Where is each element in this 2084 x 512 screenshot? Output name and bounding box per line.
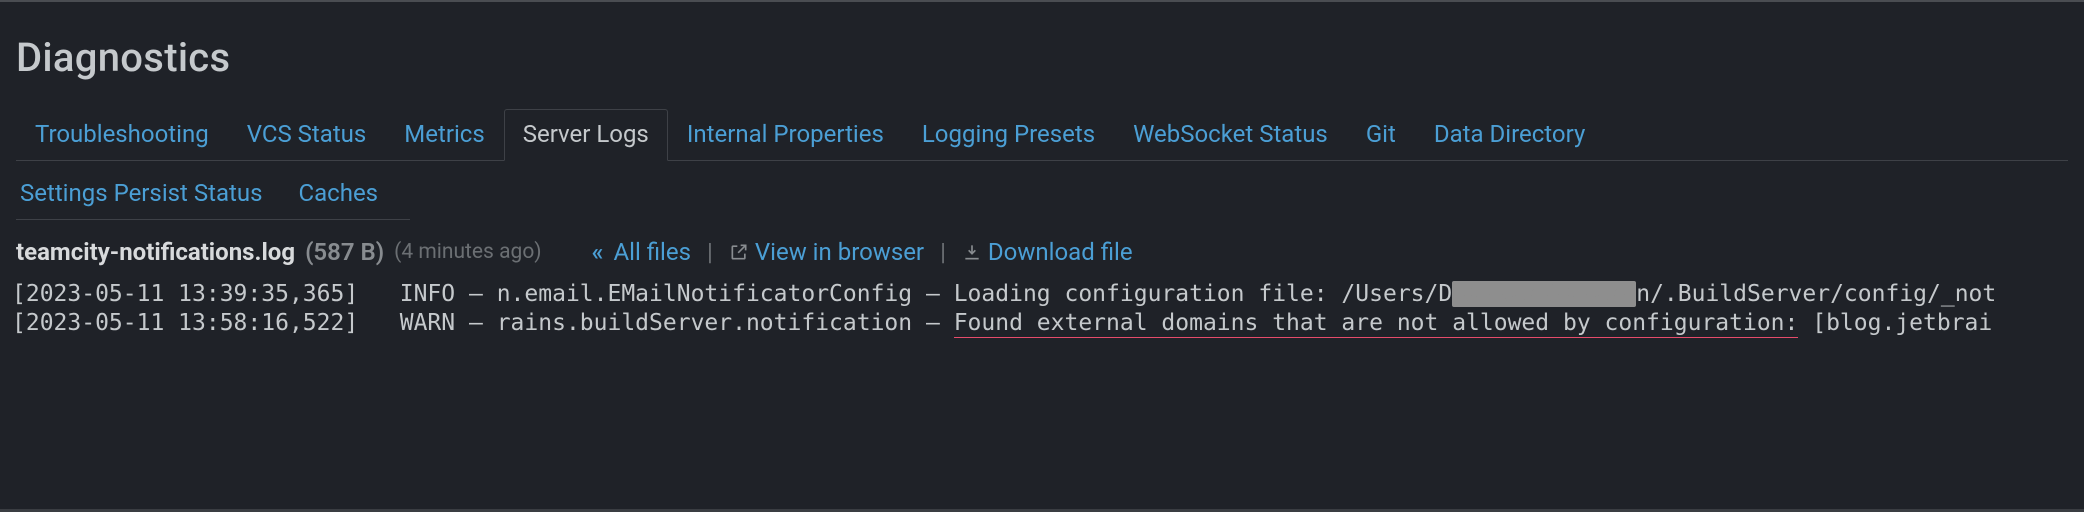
tab-git[interactable]: Git [1347,109,1415,161]
separator: | [934,238,952,266]
tab-data-directory[interactable]: Data Directory [1415,109,1604,161]
log-level: INFO [400,281,455,307]
download-icon [962,242,982,262]
download-file-label: Download file [988,238,1133,266]
view-in-browser-label: View in browser [755,238,924,266]
tab-server-logs[interactable]: Server Logs [504,109,668,161]
log-msg: n/.BuildServer/config/_not [1636,281,1996,307]
all-files-label: All files [613,238,691,266]
external-link-icon [729,242,749,262]
tabs-primary: Troubleshooting VCS Status Metrics Serve… [16,109,2068,161]
tab-settings-persist-status[interactable]: Settings Persist Status [16,171,280,219]
log-ts: [2023-05-11 13:58:16,522] [12,310,358,336]
log-line-2: [2023-05-11 13:58:16,522] WARN — rains.b… [12,309,2068,338]
tab-logging-presets[interactable]: Logging Presets [903,109,1114,161]
redacted-text: XXXXXXXXXXXXX [1452,281,1636,307]
tab-internal-properties[interactable]: Internal Properties [668,109,903,161]
tab-troubleshooting[interactable]: Troubleshooting [16,109,228,161]
log-logger: n.email.EMailNotificatorConfig [497,281,912,307]
log-ts: [2023-05-11 13:39:35,365] [12,281,358,307]
separator: | [701,238,719,266]
download-file-link[interactable]: Download file [962,238,1133,266]
tab-caches[interactable]: Caches [294,171,396,219]
page-title: Diagnostics [16,34,2068,81]
view-in-browser-link[interactable]: View in browser [729,238,924,266]
file-name: teamcity-notifications.log [16,238,295,266]
log-output: [2023-05-11 13:39:35,365] INFO — n.email… [12,280,2068,338]
log-msg: Loading configuration file: /Users/D [954,281,1453,307]
tab-metrics[interactable]: Metrics [385,109,503,161]
tab-vcs-status[interactable]: VCS Status [228,109,386,161]
log-line-1: [2023-05-11 13:39:35,365] INFO — n.email… [12,280,2068,309]
all-files-link[interactable]: « All files [592,238,691,266]
tab-websocket-status[interactable]: WebSocket Status [1114,109,1347,161]
log-warning-highlight: Found external domains that are not allo… [954,310,1799,338]
file-timestamp: (4 minutes ago) [394,240,541,264]
double-angle-left-icon: « [592,238,604,266]
tabs-secondary: Settings Persist Status Caches [16,171,410,220]
file-size: (587 B) [305,238,384,266]
log-logger: rains.buildServer.notification [497,310,912,336]
file-info-row: teamcity-notifications.log (587 B) (4 mi… [16,238,2068,266]
log-level: WARN [400,310,455,336]
log-msg: [blog.jetbrai [1798,310,1992,336]
